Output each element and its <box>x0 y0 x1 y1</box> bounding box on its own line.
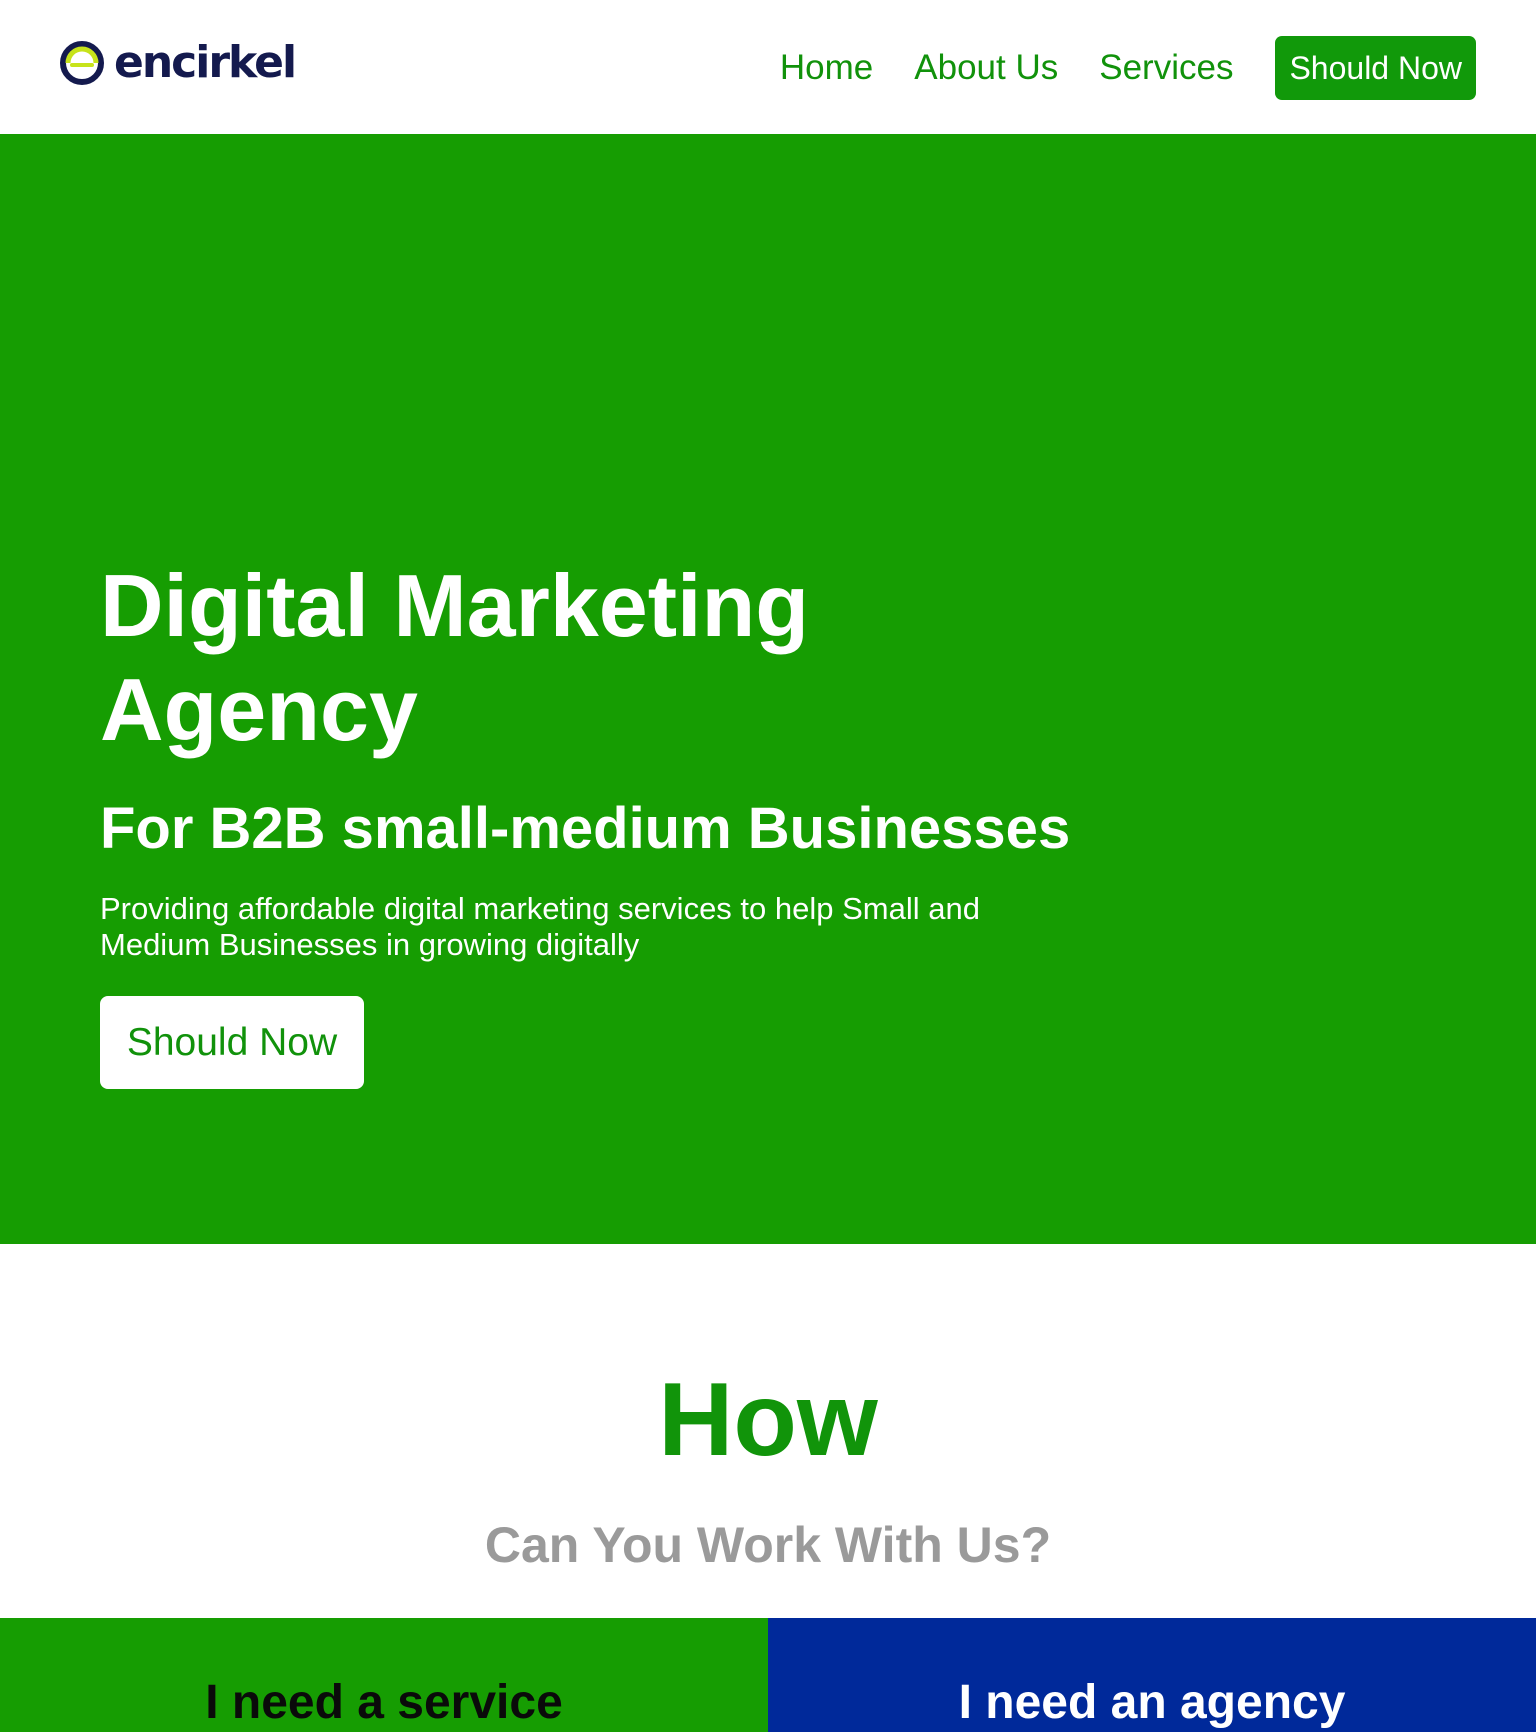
option-service-label: I need a service <box>205 1676 563 1729</box>
how-title: How <box>658 1362 878 1478</box>
logo-wordmark: encirkel <box>114 37 297 88</box>
option-service-panel[interactable]: I need a service <box>0 1618 768 1732</box>
hero-should-now-button[interactable]: Should Now <box>100 996 364 1089</box>
logo[interactable]: encirkel <box>58 37 297 88</box>
nav-about-us[interactable]: About Us <box>914 36 1058 100</box>
main-nav: Home About Us Services Should Now <box>780 36 1476 100</box>
option-agency-label: I need an agency <box>958 1676 1346 1729</box>
how-subtitle: Can You Work With Us? <box>484 1517 1052 1573</box>
logo-ring-icon <box>60 41 104 85</box>
page: encirkel Home About Us Services Should N… <box>0 0 1536 1732</box>
hero-subtitle: For B2B small-medium Businesses <box>100 796 1071 861</box>
hero-section: Digital Marketing Agency For B2B small-m… <box>0 134 1536 1244</box>
nav-should-now-button[interactable]: Should Now <box>1275 36 1476 100</box>
site-header: encirkel Home About Us Services Should N… <box>0 0 1536 134</box>
nav-services[interactable]: Services <box>1099 36 1233 100</box>
option-agency-panel[interactable]: I need an agency <box>768 1618 1536 1732</box>
work-options: I need a service I need an agency <box>0 1618 1536 1732</box>
hero-title: Digital Marketing Agency <box>100 556 809 759</box>
nav-home[interactable]: Home <box>780 36 873 100</box>
hero-description: Providing affordable digital marketing s… <box>100 891 980 962</box>
